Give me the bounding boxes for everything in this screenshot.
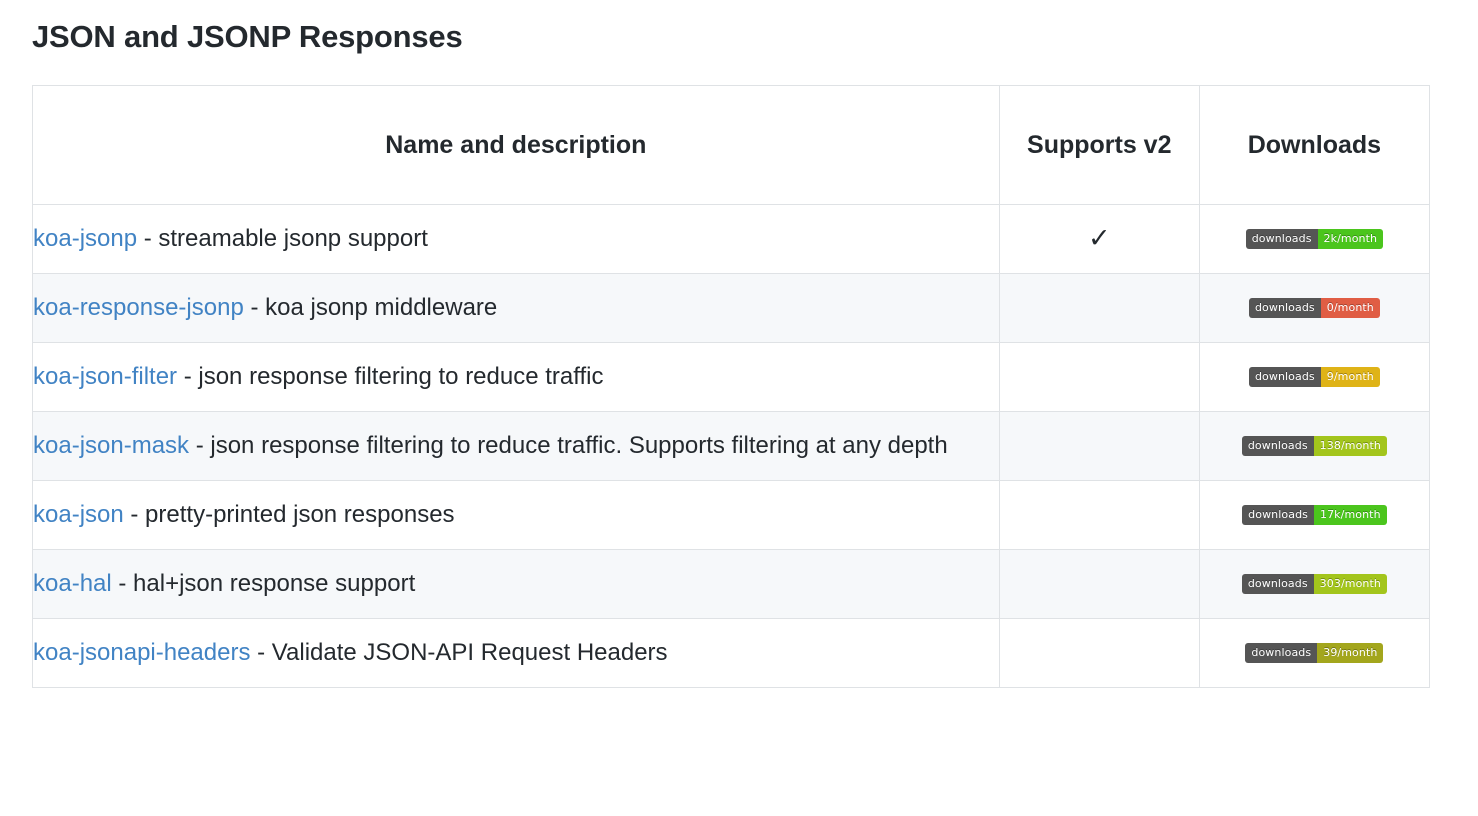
downloads-cell: downloads 2k/month (1198, 203, 1431, 274)
downloads-badge-value: 0/month (1320, 298, 1380, 319)
downloads-badge[interactable]: downloads 0/month (1248, 298, 1380, 319)
column-header-downloads: Downloads (1198, 84, 1431, 205)
package-description: Validate JSON-API Request Headers (271, 638, 668, 666)
table-row: koa-json-filter - json response filterin… (32, 341, 1431, 412)
package-name-and-description-cell: koa-jsonapi-headers - Validate JSON-API … (32, 617, 1000, 688)
package-description: streamable jsonp support (158, 224, 428, 252)
supports-v2-cell (998, 410, 1200, 481)
packages-table: Name and description Supports v2 Downloa… (32, 84, 1431, 688)
downloads-badge[interactable]: downloads 303/month (1241, 574, 1387, 595)
downloads-badge-label: downloads (1248, 367, 1321, 388)
table-header-row: Name and description Supports v2 Downloa… (32, 84, 1431, 205)
downloads-badge[interactable]: downloads 39/month (1245, 643, 1384, 664)
package-description: hal+json response support (133, 569, 416, 597)
downloads-badge-label: downloads (1248, 298, 1321, 319)
downloads-badge[interactable]: downloads 9/month (1248, 367, 1380, 388)
downloads-badge-value: 39/month (1317, 643, 1384, 664)
supports-v2-cell: ✓ (998, 203, 1200, 274)
downloads-cell: downloads 9/month (1198, 341, 1431, 412)
package-description: koa jsonp middleware (265, 293, 498, 321)
package-link[interactable]: koa-response-jsonp (33, 294, 244, 321)
column-header-name-and-description: Name and description (32, 84, 1000, 205)
supports-v2-cell (998, 341, 1200, 412)
check-icon: ✓ (1087, 223, 1111, 254)
package-link[interactable]: koa-jsonp (33, 225, 137, 252)
name-description-separator: - (189, 431, 211, 459)
name-description-separator: - (111, 569, 134, 597)
package-link[interactable]: koa-jsonapi-headers (33, 639, 250, 666)
table-row: koa-json - pretty-printed json responses… (32, 479, 1431, 550)
name-description-separator: - (177, 362, 199, 390)
package-description: json response filtering to reduce traffi… (198, 362, 604, 390)
downloads-badge-label: downloads (1245, 643, 1318, 664)
package-name-and-description-cell: koa-json-filter - json response filterin… (32, 341, 1000, 412)
table-row: koa-jsonp - streamable jsonp support ✓ dow… (32, 203, 1431, 274)
table-row: koa-response-jsonp - koa jsonp middlewar… (32, 272, 1431, 343)
downloads-cell: downloads 0/month (1198, 272, 1431, 343)
package-description: json response filtering to reduce traffi… (210, 431, 948, 459)
package-name-and-description-cell: koa-json - pretty-printed json responses (32, 479, 1000, 550)
downloads-badge[interactable]: downloads 2k/month (1245, 229, 1384, 250)
package-name-and-description-cell: koa-hal - hal+json response support (32, 548, 1000, 619)
downloads-badge-value: 2k/month (1317, 229, 1384, 250)
package-link[interactable]: koa-hal (33, 570, 112, 597)
supports-v2-cell (998, 548, 1200, 619)
package-description: pretty-printed json responses (145, 500, 455, 528)
page-title: JSON and JSONP Responses (32, 19, 463, 54)
supports-v2-cell (998, 272, 1200, 343)
table-row: koa-json-mask - json response filtering … (32, 410, 1431, 481)
package-name-and-description-cell: koa-json-mask - json response filtering … (32, 410, 1000, 481)
downloads-badge-label: downloads (1241, 574, 1314, 595)
name-description-separator: - (137, 224, 159, 252)
column-header-supports-v2: Supports v2 (998, 84, 1200, 205)
page-container: JSON and JSONP Responses Name and descri… (0, 0, 1478, 688)
name-description-separator: - (243, 293, 266, 321)
package-link[interactable]: koa-json (33, 501, 124, 528)
table-row: koa-jsonapi-headers - Validate JSON-API … (32, 617, 1431, 688)
downloads-badge-value: 9/month (1320, 367, 1380, 388)
downloads-cell: downloads 138/month (1198, 410, 1431, 481)
name-description-separator: - (250, 638, 272, 666)
package-link[interactable]: koa-json-filter (33, 363, 177, 390)
downloads-badge[interactable]: downloads 138/month (1241, 436, 1387, 457)
downloads-badge-value: 17k/month (1313, 505, 1387, 526)
downloads-badge-label: downloads (1241, 436, 1314, 457)
downloads-badge[interactable]: downloads 17k/month (1242, 505, 1387, 526)
downloads-badge-value: 303/month (1313, 574, 1387, 595)
name-description-separator: - (123, 500, 146, 528)
downloads-badge-label: downloads (1242, 505, 1314, 526)
downloads-badge-value: 138/month (1313, 436, 1387, 457)
table-body: koa-jsonp - streamable jsonp support ✓ dow… (32, 203, 1431, 688)
supports-v2-cell (998, 479, 1200, 550)
package-name-and-description-cell: koa-response-jsonp - koa jsonp middlewar… (32, 272, 1000, 343)
table-row: koa-hal - hal+json response support downl… (32, 548, 1431, 619)
package-name-and-description-cell: koa-jsonp - streamable jsonp support (32, 203, 1000, 274)
downloads-cell: downloads 39/month (1198, 617, 1431, 688)
package-link[interactable]: koa-json-mask (33, 432, 189, 459)
downloads-cell: downloads 17k/month (1198, 479, 1431, 550)
downloads-cell: downloads 303/month (1198, 548, 1431, 619)
downloads-badge-label: downloads (1245, 229, 1318, 250)
table-header: Name and description Supports v2 Downloa… (32, 84, 1431, 205)
supports-v2-cell (998, 617, 1200, 688)
